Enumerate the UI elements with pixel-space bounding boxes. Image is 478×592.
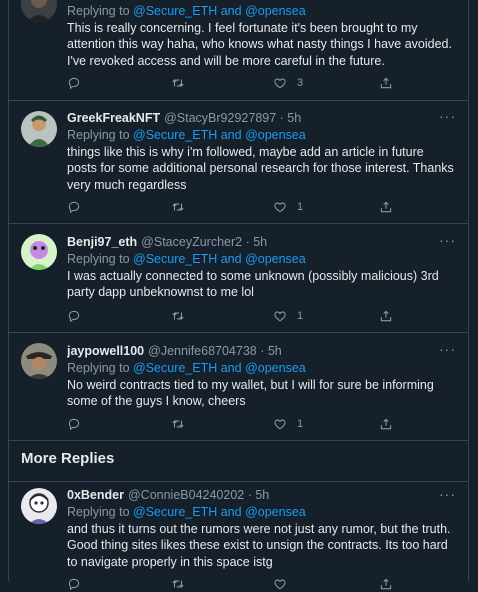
avatar[interactable] — [21, 0, 57, 22]
reply-button[interactable] — [67, 308, 81, 324]
reply-icon — [68, 77, 80, 90]
like-button[interactable]: 1 — [273, 416, 303, 432]
retweet-button[interactable] — [171, 308, 185, 324]
replying-mentions[interactable]: @Secure_ETH and @opensea — [133, 361, 306, 375]
more-replies-heading: More Replies — [21, 450, 115, 467]
share-button[interactable] — [379, 576, 393, 592]
more-replies-section: More Replies — [9, 441, 468, 482]
handle-time[interactable]: @StacyBr92927897 · 5h — [164, 111, 301, 125]
retweet-button[interactable] — [171, 199, 185, 215]
reply-button[interactable] — [67, 416, 81, 432]
heart-icon — [274, 202, 286, 213]
reply-icon — [68, 578, 80, 591]
tweet[interactable]: GreekFreakNFT @StacyBr92927897 · 5h Reply… — [9, 101, 468, 224]
replying-mentions[interactable]: @Secure_ETH and @opensea — [133, 128, 306, 142]
share-button[interactable] — [379, 199, 393, 215]
like-button[interactable] — [273, 576, 287, 592]
avatar[interactable] — [21, 111, 57, 147]
tweet-actions: 1 — [67, 416, 397, 432]
replying-mentions[interactable]: @Secure_ETH and @opensea — [133, 252, 306, 266]
retweet-button[interactable] — [171, 576, 185, 592]
reply-button[interactable] — [67, 199, 81, 215]
like-button[interactable]: 1 — [273, 199, 303, 215]
reply-button[interactable] — [67, 576, 81, 592]
tweet[interactable]: Benji97_eth @StaceyZurcher2 · 5h Replying… — [9, 224, 468, 333]
tweet[interactable]: Replying to @Secure_ETH and @opensea Thi… — [9, 0, 468, 101]
like-button[interactable]: 1 — [273, 308, 303, 324]
replying-label: Replying to — [67, 128, 134, 142]
replying-to: Replying to @Secure_ETH and @opensea — [67, 3, 456, 19]
tweet-text: This is really concerning. I feel fortun… — [67, 21, 452, 68]
share-button[interactable] — [379, 75, 393, 91]
like-count: 1 — [297, 418, 304, 430]
share-icon — [380, 310, 392, 322]
heart-icon — [274, 311, 286, 322]
tweet-actions — [67, 576, 397, 592]
retweet-icon — [172, 79, 184, 87]
retweet-button[interactable] — [171, 416, 185, 432]
replying-to: Replying to @Secure_ETH and @opensea — [67, 504, 456, 520]
like-count: 1 — [297, 201, 304, 213]
retweet-icon — [172, 312, 184, 320]
like-button[interactable]: 3 — [273, 75, 303, 91]
reply-icon — [68, 418, 80, 431]
replying-to: Replying to @Secure_ETH and @opensea — [67, 127, 456, 143]
replying-mentions[interactable]: @Secure_ETH and @opensea — [133, 4, 306, 18]
display-name[interactable]: 0xBender — [67, 488, 124, 502]
reply-button[interactable] — [67, 75, 81, 91]
share-icon — [380, 418, 392, 430]
retweet-icon — [172, 420, 184, 428]
reply-icon — [68, 310, 80, 323]
tweet-text: things like this is why i'm followed, ma… — [67, 145, 454, 192]
share-button[interactable] — [379, 416, 393, 432]
display-name[interactable]: jaypowell100 — [67, 344, 144, 358]
tweet-actions: 3 — [67, 75, 397, 91]
reply-icon — [68, 201, 80, 214]
avatar[interactable] — [21, 488, 57, 524]
tweet-actions: 1 — [67, 308, 397, 324]
display-name[interactable]: Benji97_eth — [67, 235, 137, 249]
replying-label: Replying to — [67, 252, 134, 266]
replies-thread: Replying to @Secure_ETH and @opensea Thi… — [0, 0, 478, 591]
heart-icon — [274, 579, 286, 590]
heart-icon — [274, 78, 286, 89]
tweet-text: I was actually connected to some unknown… — [67, 269, 439, 300]
share-icon — [380, 201, 392, 213]
handle-time[interactable]: @Jennife68704738 · 5h — [148, 344, 282, 358]
share-icon — [380, 578, 392, 590]
retweet-icon — [172, 203, 184, 211]
more-icon[interactable]: ··· — [439, 487, 456, 501]
tweet-text: and thus it turns out the rumors were no… — [67, 522, 451, 569]
avatar[interactable] — [21, 343, 57, 379]
handle-time[interactable]: @ConnieB04240202 · 5h — [128, 488, 269, 502]
like-count: 1 — [297, 310, 304, 322]
display-name[interactable]: GreekFreakNFT — [67, 111, 160, 125]
tweet[interactable]: jaypowell100 @Jennife68704738 · 5h Replyi… — [9, 333, 468, 441]
more-icon[interactable]: ··· — [439, 109, 456, 123]
retweet-button[interactable] — [171, 75, 185, 91]
replying-label: Replying to — [67, 361, 134, 375]
replying-mentions[interactable]: @Secure_ETH and @opensea — [133, 505, 306, 519]
more-icon[interactable]: ··· — [439, 342, 456, 356]
heart-icon — [274, 419, 286, 430]
share-icon — [380, 77, 392, 89]
timeline-border-right — [468, 0, 469, 581]
retweet-icon — [172, 580, 184, 588]
replying-to: Replying to @Secure_ETH and @opensea — [67, 251, 456, 267]
more-icon[interactable]: ··· — [439, 233, 456, 247]
replying-label: Replying to — [67, 505, 134, 519]
tweet[interactable]: 0xBender @ConnieB04240202 · 5h Replying t… — [9, 482, 468, 592]
replying-label: Replying to — [67, 4, 134, 18]
handle-time[interactable]: @StaceyZurcher2 · 5h — [141, 235, 267, 249]
like-count: 3 — [297, 77, 304, 89]
tweet-actions: 1 — [67, 199, 397, 215]
tweet-text: No weird contracts tied to my wallet, bu… — [67, 378, 434, 409]
replying-to: Replying to @Secure_ETH and @opensea — [67, 360, 456, 376]
share-button[interactable] — [379, 308, 393, 324]
avatar[interactable] — [21, 234, 57, 270]
